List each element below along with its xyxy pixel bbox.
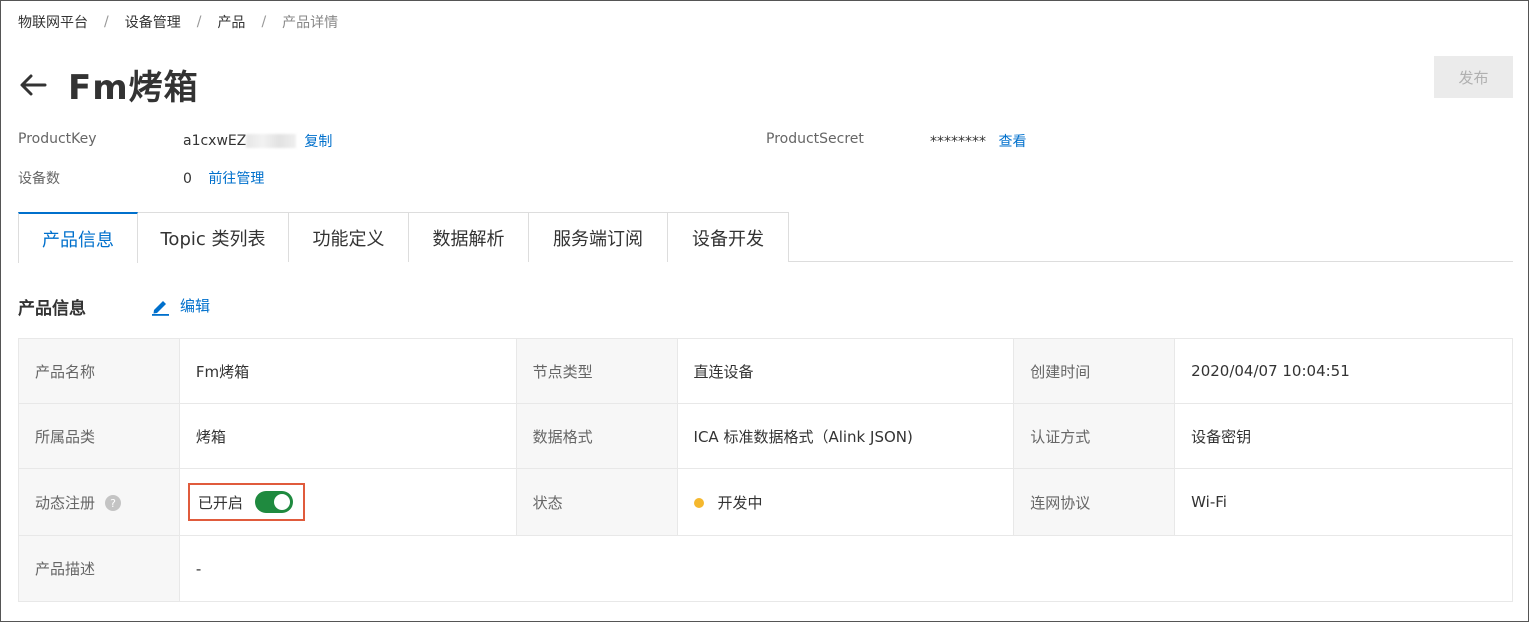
highlight-box: 已开启 [187, 483, 305, 521]
back-arrow-icon[interactable] [18, 70, 48, 100]
masked-key-blur [246, 134, 297, 148]
breadcrumb-separator: / [196, 14, 202, 30]
product-key-value: a1cxwEZ [183, 133, 247, 149]
created-time-value: 2020/04/07 10:04:51 [1174, 338, 1513, 404]
tab-device-development[interactable]: 设备开发 [667, 212, 789, 262]
device-count-label: 设备数 [18, 171, 60, 187]
product-key-label: ProductKey [18, 131, 97, 147]
breadcrumb-separator: / [104, 14, 109, 30]
table-row: 产品名称 Fm烤箱 节点类型 直连设备 创建时间 2020/04/07 10:0… [18, 338, 1513, 404]
publish-button[interactable]: 发布 [1434, 56, 1513, 98]
table-row: 动态注册? 已开启 状态 开发中 连网协议 Wi-Fi [18, 468, 1513, 536]
dynamic-registration-value: 已开启 [178, 468, 517, 536]
tab-bar: 产品信息 Topic 类列表 功能定义 数据解析 服务端订阅 设备开发 [18, 212, 1513, 263]
tab-product-info[interactable]: 产品信息 [18, 212, 138, 263]
breadcrumb: 物联网平台 / 设备管理 / 产品 / 产品详情 [18, 12, 338, 32]
title-row: Fm烤箱 [18, 60, 199, 109]
status-value: 开发中 [676, 468, 1015, 536]
device-count-field: 0 前往管理 [183, 168, 264, 188]
product-key-field: a1cxwEZ 复制 [183, 131, 332, 151]
created-time-label: 创建时间 [1013, 338, 1176, 404]
copy-link[interactable]: 复制 [304, 131, 332, 151]
product-info-table: 产品名称 Fm烤箱 节点类型 直连设备 创建时间 2020/04/07 10:0… [18, 338, 1514, 602]
edit-label: 编辑 [180, 297, 211, 315]
go-manage-link[interactable]: 前往管理 [208, 171, 264, 187]
dynamic-registration-toggle[interactable] [254, 491, 293, 513]
breadcrumb-separator: / [261, 14, 267, 30]
tab-topic-list[interactable]: Topic 类列表 [137, 212, 289, 262]
breadcrumb-device-management[interactable]: 设备管理 [125, 12, 181, 32]
auth-method-label: 认证方式 [1013, 403, 1176, 469]
category-label: 所属品类 [18, 403, 180, 469]
tab-server-subscription[interactable]: 服务端订阅 [528, 212, 668, 262]
help-icon[interactable]: ? [105, 495, 122, 511]
dynamic-registration-status: 已开启 [197, 493, 243, 512]
breadcrumb-product-detail: 产品详情 [282, 15, 339, 31]
page-title: Fm烤箱 [68, 68, 199, 108]
product-secret-field: ******** 查看 [930, 131, 1026, 151]
auth-method-value: 设备密钥 [1174, 403, 1513, 469]
table-row: 产品描述 - [18, 535, 1514, 602]
network-protocol-value: Wi-Fi [1174, 468, 1513, 536]
breadcrumb-product[interactable]: 产品 [217, 12, 245, 32]
product-description-value: - [178, 535, 1514, 602]
node-type-value: 直连设备 [676, 338, 1015, 404]
edit-button[interactable]: 编辑 [150, 295, 210, 316]
toggle-knob [273, 494, 290, 510]
product-description-label: 产品描述 [18, 535, 180, 602]
status-label: 状态 [515, 468, 678, 536]
device-count-value: 0 [183, 171, 192, 187]
section-title: 产品信息 [18, 299, 86, 319]
data-format-label: 数据格式 [515, 403, 678, 469]
tab-function-definition[interactable]: 功能定义 [288, 212, 409, 262]
tab-data-parsing[interactable]: 数据解析 [408, 212, 529, 262]
status-text: 开发中 [717, 493, 763, 512]
status-dot-icon [693, 498, 704, 508]
pencil-icon [152, 300, 169, 316]
dynamic-registration-label: 动态注册 [35, 493, 96, 512]
product-secret-value: ******** [930, 134, 986, 150]
table-row: 所属品类 烤箱 数据格式 ICA 标准数据格式（Alink JSON) 认证方式… [18, 403, 1513, 469]
category-value: 烤箱 [178, 403, 517, 469]
data-format-value: ICA 标准数据格式（Alink JSON) [676, 403, 1015, 469]
product-name-label: 产品名称 [18, 338, 180, 404]
product-name-value: Fm烤箱 [178, 338, 517, 404]
product-secret-label: ProductSecret [766, 131, 864, 147]
dynamic-registration-cell: 动态注册? [18, 468, 180, 536]
breadcrumb-iot-platform[interactable]: 物联网平台 [18, 12, 88, 32]
network-protocol-label: 连网协议 [1013, 468, 1176, 536]
view-secret-link[interactable]: 查看 [998, 134, 1026, 150]
node-type-label: 节点类型 [515, 338, 678, 404]
